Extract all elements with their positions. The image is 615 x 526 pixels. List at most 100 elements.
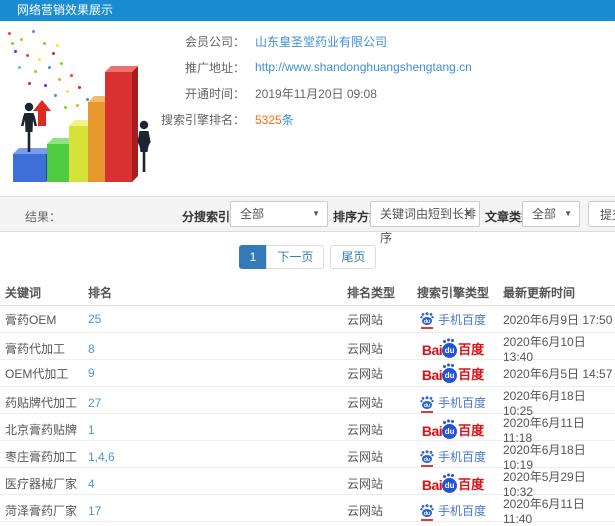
baidu-paw-icon: du	[420, 312, 434, 329]
info-row-ranking-count: 搜索引擎排名： 5325条	[160, 106, 472, 132]
member-info-panel: 会员公司： 山东皇圣堂药业有限公司 推广地址： http://www.shand…	[160, 28, 472, 132]
keyword-cell: OEM代加工	[5, 366, 69, 381]
col-keyword: 关键词	[5, 286, 42, 300]
keyword-cell: 北京膏药贴牌	[5, 423, 78, 437]
table-row: 菏泽膏药厂家 17 云网站 du 手机百度 2020年6月11日 11:40	[0, 495, 615, 526]
sort-select[interactable]: 关键词由短到长排序 ▼	[370, 201, 480, 245]
result-label: 结果：	[25, 210, 62, 224]
engine-cell: Bai du 百度	[403, 420, 503, 439]
baidu-logo: Bai du 百度	[421, 364, 485, 383]
engine-cell: Bai du 百度	[403, 364, 503, 383]
article-type-select[interactable]: 全部 ▼	[522, 201, 580, 227]
baidu-paw-icon: du	[442, 340, 458, 358]
engine-cell: Bai du 百度	[403, 474, 503, 493]
page-title: 网络营销效果展示	[17, 3, 114, 17]
mobile-baidu-label: 手机百度	[437, 504, 486, 518]
rank-type-cell: 云网站	[347, 312, 384, 327]
ranking-count-number: 5325	[255, 112, 282, 127]
keyword-cell: 医疗器械厂家	[5, 477, 78, 491]
rank-type-cell: 云网站	[347, 450, 384, 464]
keyword-cell: 药贴牌代加工	[5, 396, 78, 410]
results-table: 关键词 排名 排名类型 搜索引擎类型 最新更新时间 膏药OEM 25 云网站 d…	[0, 280, 615, 526]
keyword-cell: 膏药OEM	[5, 312, 57, 327]
rank-link[interactable]: 4	[88, 477, 347, 491]
info-row-url: 推广地址： http://www.shandonghuangshengtang.…	[160, 54, 472, 80]
mobile-baidu-label: 手机百度	[437, 312, 486, 327]
growth-chart-illustration	[0, 28, 185, 184]
svg-text:du: du	[424, 403, 430, 409]
baidu-logo: Bai du 百度	[421, 475, 485, 493]
baidu-paw-icon: du	[420, 449, 434, 467]
svg-text:du: du	[424, 457, 430, 463]
rank-type-cell: 云网站	[347, 477, 384, 491]
pagination: 1 下一页 尾页	[0, 245, 615, 269]
next-page-button[interactable]: 下一页	[266, 245, 325, 269]
baidu-paw-icon: du	[442, 475, 458, 493]
table-header-row: 关键词 排名 排名类型 搜索引擎类型 最新更新时间	[0, 280, 615, 306]
submit-button[interactable]: 提交	[588, 201, 615, 227]
rank-type-cell: 云网站	[347, 504, 384, 518]
col-rank-type: 排名类型	[347, 286, 396, 300]
baidu-paw-icon: du	[420, 395, 434, 413]
col-updated: 最新更新时间	[503, 286, 576, 300]
rank-type-cell: 云网站	[347, 396, 384, 410]
table-row: 医疗器械厂家 4 云网站 Bai du 百度 2020年5月29日 10:32	[0, 468, 615, 499]
col-engine-type: 搜索引擎类型	[416, 286, 489, 300]
engine-cell: du 手机百度	[403, 311, 503, 329]
rank-type-cell: 云网站	[347, 366, 384, 381]
rank-link[interactable]: 1	[88, 423, 347, 437]
ranking-count-unit: 条	[281, 112, 294, 127]
updated-cell: 2020年6月5日 14:57	[503, 366, 613, 381]
rank-type-cell: 云网站	[347, 423, 384, 437]
page-1-button[interactable]: 1	[238, 245, 268, 269]
updated-cell: 2020年6月11日 11:40	[503, 497, 585, 526]
page-header: 网络营销效果展示	[0, 0, 615, 21]
baidu-logo: Bai du 百度	[421, 421, 485, 439]
rank-link[interactable]: 27	[88, 396, 347, 410]
rank-link[interactable]: 9	[88, 366, 347, 380]
rank-link[interactable]: 25	[88, 312, 347, 326]
mobile-baidu-badge: du 手机百度	[420, 448, 486, 467]
engine-select[interactable]: 全部 ▼	[230, 201, 328, 227]
businessman-figure-right	[133, 120, 155, 174]
company-link[interactable]: 山东皇圣堂药业有限公司	[255, 33, 387, 50]
baidu-paw-icon: du	[420, 503, 434, 521]
rank-link[interactable]: 8	[88, 342, 347, 356]
promo-url-link[interactable]: http://www.shandonghuangshengtang.cn	[255, 60, 472, 74]
engine-cell: du 手机百度	[403, 502, 503, 521]
article-type-select-value: 全部	[532, 207, 557, 221]
open-time-value: 2019年11月20日 09:08	[255, 86, 377, 101]
filter-bar: 结果： 分搜索引擎查看 全部 ▼ 排序方式 关键词由短到长排序 ▼ 文章类型 全…	[0, 196, 615, 245]
keyword-cell: 菏泽膏药厂家	[5, 504, 78, 518]
updated-cell: 2020年6月9日 17:50	[503, 312, 613, 327]
rank-link[interactable]: 1,4,6	[88, 450, 347, 464]
sort-select-value: 关键词由短到长排序	[380, 207, 477, 245]
promo-url-label: 推广地址：	[184, 60, 245, 75]
baidu-paw-icon: du	[442, 421, 458, 439]
keyword-cell: 膏药代加工	[5, 342, 66, 356]
updated-cell: 2020年6月10日 13:40	[503, 335, 586, 364]
baidu-logo: Bai du 百度	[421, 340, 485, 358]
bar-chart-graphic-blue	[13, 154, 46, 182]
rank-link[interactable]: 17	[88, 504, 347, 518]
mobile-baidu-badge: du 手机百度	[420, 311, 486, 329]
last-page-button[interactable]: 尾页	[330, 245, 377, 269]
svg-text:du: du	[424, 319, 430, 325]
engine-cell: du 手机百度	[403, 394, 503, 413]
keyword-cell: 枣庄膏药加工	[5, 450, 78, 464]
table-row: 枣庄膏药加工 1,4,6 云网站 du 手机百度 2020年6月18日 10:1…	[0, 441, 615, 472]
table-row: 北京膏药贴牌 1 云网站 Bai du 百度 2020年6月11日 11:18	[0, 414, 615, 445]
chevron-down-icon: ▼	[464, 209, 472, 218]
mobile-baidu-badge: du 手机百度	[420, 502, 486, 521]
info-row-company: 会员公司： 山东皇圣堂药业有限公司	[160, 28, 472, 54]
mobile-baidu-label: 手机百度	[437, 396, 486, 410]
engine-select-value: 全部	[240, 207, 265, 221]
engine-cell: du 手机百度	[403, 448, 503, 467]
baidu-paw-icon: du	[442, 364, 458, 383]
mobile-baidu-badge: du 手机百度	[420, 394, 486, 413]
confetti-graphic	[8, 32, 11, 35]
company-label: 会员公司：	[184, 34, 245, 49]
businessman-figure-left	[18, 102, 40, 154]
table-row: 膏药代加工 8 云网站 Bai du 百度 2020年6月10日 13:40	[0, 333, 615, 364]
mobile-baidu-label: 手机百度	[437, 450, 486, 464]
